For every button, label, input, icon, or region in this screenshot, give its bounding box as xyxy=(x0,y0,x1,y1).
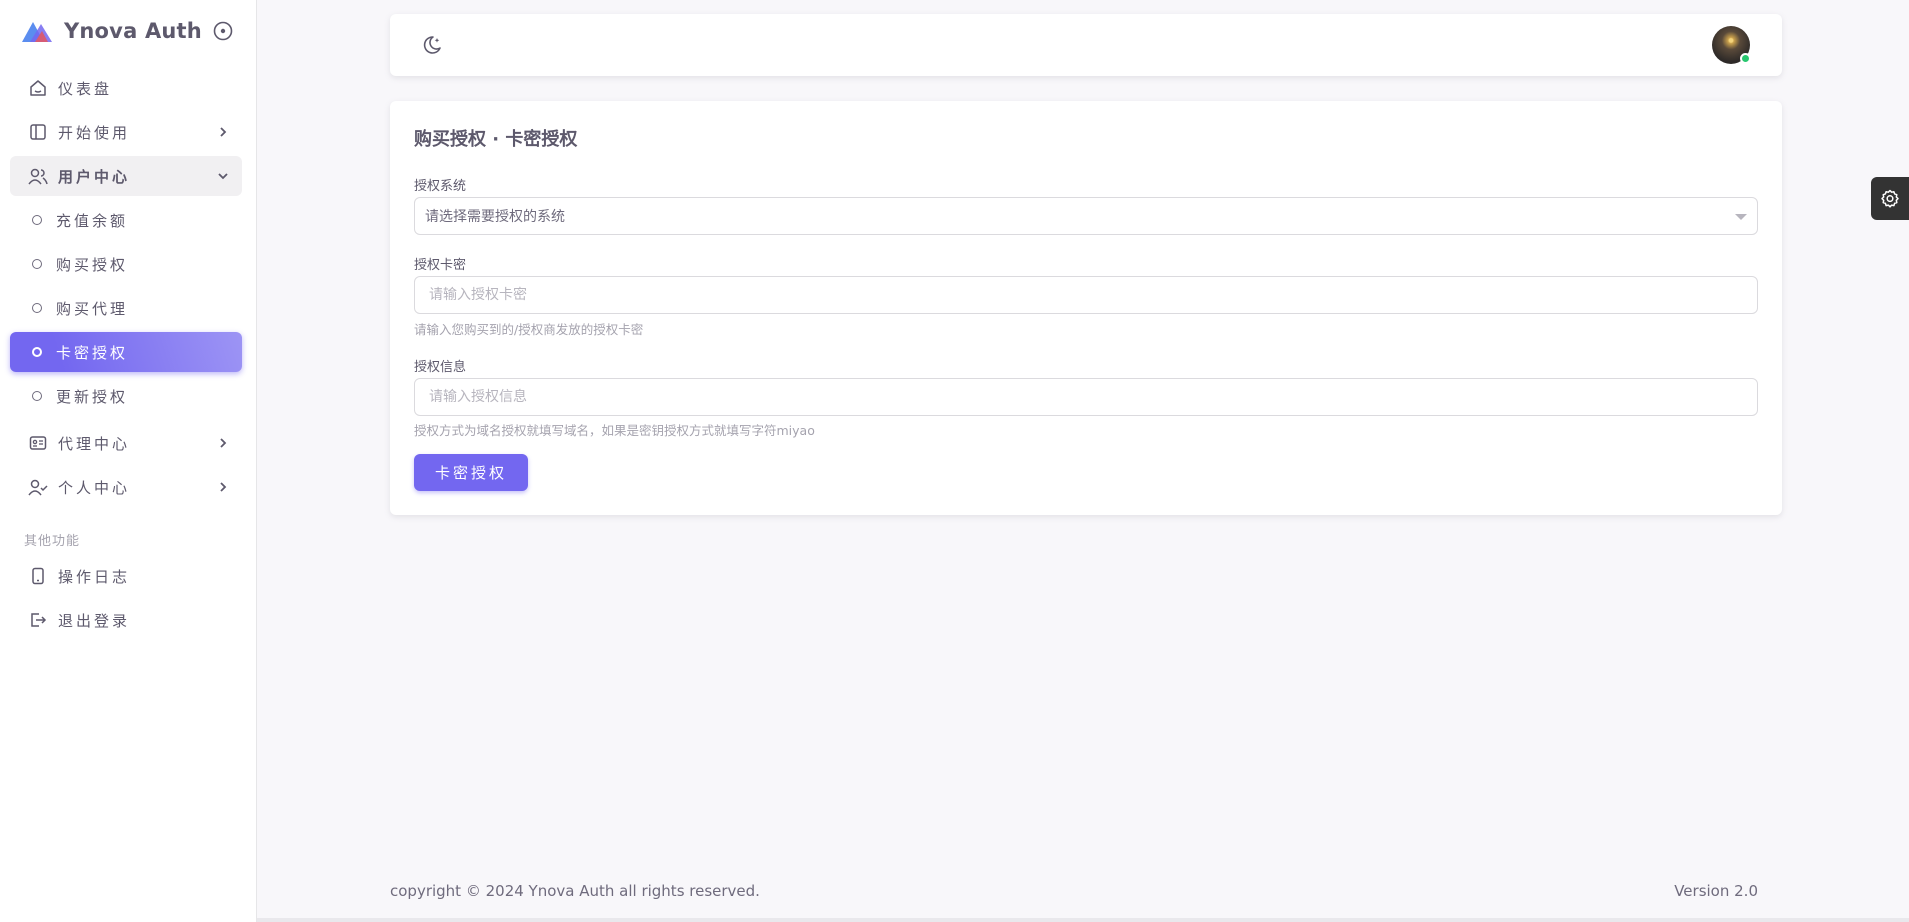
brand-name: Ynova Auth xyxy=(64,19,202,43)
sidebar: Ynova Auth 仪表盘 开始使用 用户中心 充值余额 购买授权 购买代理 xyxy=(0,0,257,922)
layout-icon xyxy=(28,122,48,142)
customizer-toggle[interactable] xyxy=(1871,177,1909,220)
license-info-help: 授权方式为域名授权就填写域名，如果是密钥授权方式就填写字符miyao xyxy=(414,423,815,438)
user-avatar[interactable] xyxy=(1712,26,1751,64)
online-status-badge xyxy=(1740,53,1751,64)
user-check-icon xyxy=(28,477,48,497)
users-icon xyxy=(28,166,48,186)
sidebar-subitem-label: 购买代理 xyxy=(56,299,129,318)
circle-icon xyxy=(32,347,42,357)
card-key-help: 请输入您购买到的/授权商发放的授权卡密 xyxy=(414,322,644,337)
moon-stars-icon[interactable] xyxy=(421,34,443,56)
license-info-label: 授权信息 xyxy=(414,360,467,375)
sidebar-item-operation-log[interactable]: 操作日志 xyxy=(10,556,242,596)
sidebar-item-getting-started[interactable]: 开始使用 xyxy=(10,112,242,152)
sidebar-item-label: 退出登录 xyxy=(58,611,131,630)
license-info-input[interactable] xyxy=(414,378,1758,416)
sidebar-subitem-label: 充值余额 xyxy=(56,211,129,230)
sidebar-item-label: 仪表盘 xyxy=(58,79,113,98)
id-card-icon xyxy=(28,433,48,453)
sidebar-item-label: 代理中心 xyxy=(58,434,131,453)
collapse-sidebar-icon[interactable] xyxy=(212,20,234,42)
sidebar-subitem-card-license[interactable]: 卡密授权 xyxy=(10,332,242,372)
card-key-label: 授权卡密 xyxy=(414,258,467,273)
chevron-down-icon xyxy=(218,173,228,180)
chevron-right-icon xyxy=(220,127,227,137)
footer-version: Version 2.0 xyxy=(1674,882,1758,900)
circle-icon xyxy=(32,259,42,269)
sidebar-subitem-renew-license[interactable]: 更新授权 xyxy=(10,376,242,416)
menu-section-header: 其他功能 xyxy=(24,534,81,549)
sidebar-subitem-buy-license[interactable]: 购买授权 xyxy=(10,244,242,284)
circle-icon xyxy=(32,215,42,225)
page-title: 购买授权 · 卡密授权 xyxy=(414,129,578,150)
sidebar-subitem-recharge[interactable]: 充值余额 xyxy=(10,200,242,240)
sidebar-item-personal-center[interactable]: 个人中心 xyxy=(10,467,242,507)
caret-down-icon xyxy=(1735,214,1747,220)
chevron-right-icon xyxy=(220,438,227,448)
sidebar-item-label: 开始使用 xyxy=(58,123,131,142)
circle-icon xyxy=(32,303,42,313)
gear-icon xyxy=(1881,189,1899,208)
brand-logo-icon xyxy=(22,22,52,42)
device-icon xyxy=(28,566,48,586)
footer-divider xyxy=(257,918,1909,922)
brand[interactable]: Ynova Auth xyxy=(22,16,202,46)
sidebar-item-label: 个人中心 xyxy=(58,478,131,497)
top-navbar xyxy=(390,14,1782,76)
system-label: 授权系统 xyxy=(414,179,467,194)
footer-copyright: copyright © 2024 Ynova Auth all rights r… xyxy=(390,882,760,900)
circle-icon xyxy=(32,391,42,401)
submit-card-license-button[interactable]: 卡密授权 xyxy=(414,454,528,491)
chevron-right-icon xyxy=(220,482,227,492)
sidebar-item-agent-center[interactable]: 代理中心 xyxy=(10,423,242,463)
sidebar-item-label: 用户中心 xyxy=(58,167,131,186)
card-license-form: 购买授权 · 卡密授权 授权系统 请选择需要授权的系统 授权卡密 请输入您购买到… xyxy=(390,101,1782,515)
sidebar-subitem-label: 更新授权 xyxy=(56,387,129,406)
sidebar-item-label: 操作日志 xyxy=(58,567,131,586)
logout-icon xyxy=(28,610,48,630)
card-key-input[interactable] xyxy=(414,276,1758,314)
sidebar-subitem-buy-agent[interactable]: 购买代理 xyxy=(10,288,242,328)
home-icon xyxy=(28,78,48,98)
sidebar-item-user-center[interactable]: 用户中心 xyxy=(10,156,242,196)
system-select[interactable]: 请选择需要授权的系统 xyxy=(414,197,1758,235)
sidebar-item-dashboard[interactable]: 仪表盘 xyxy=(10,68,242,108)
sidebar-subitem-label: 购买授权 xyxy=(56,255,129,274)
sidebar-subitem-label: 卡密授权 xyxy=(56,343,129,362)
system-select-value: 请选择需要授权的系统 xyxy=(425,209,565,225)
sidebar-item-logout[interactable]: 退出登录 xyxy=(10,600,242,640)
